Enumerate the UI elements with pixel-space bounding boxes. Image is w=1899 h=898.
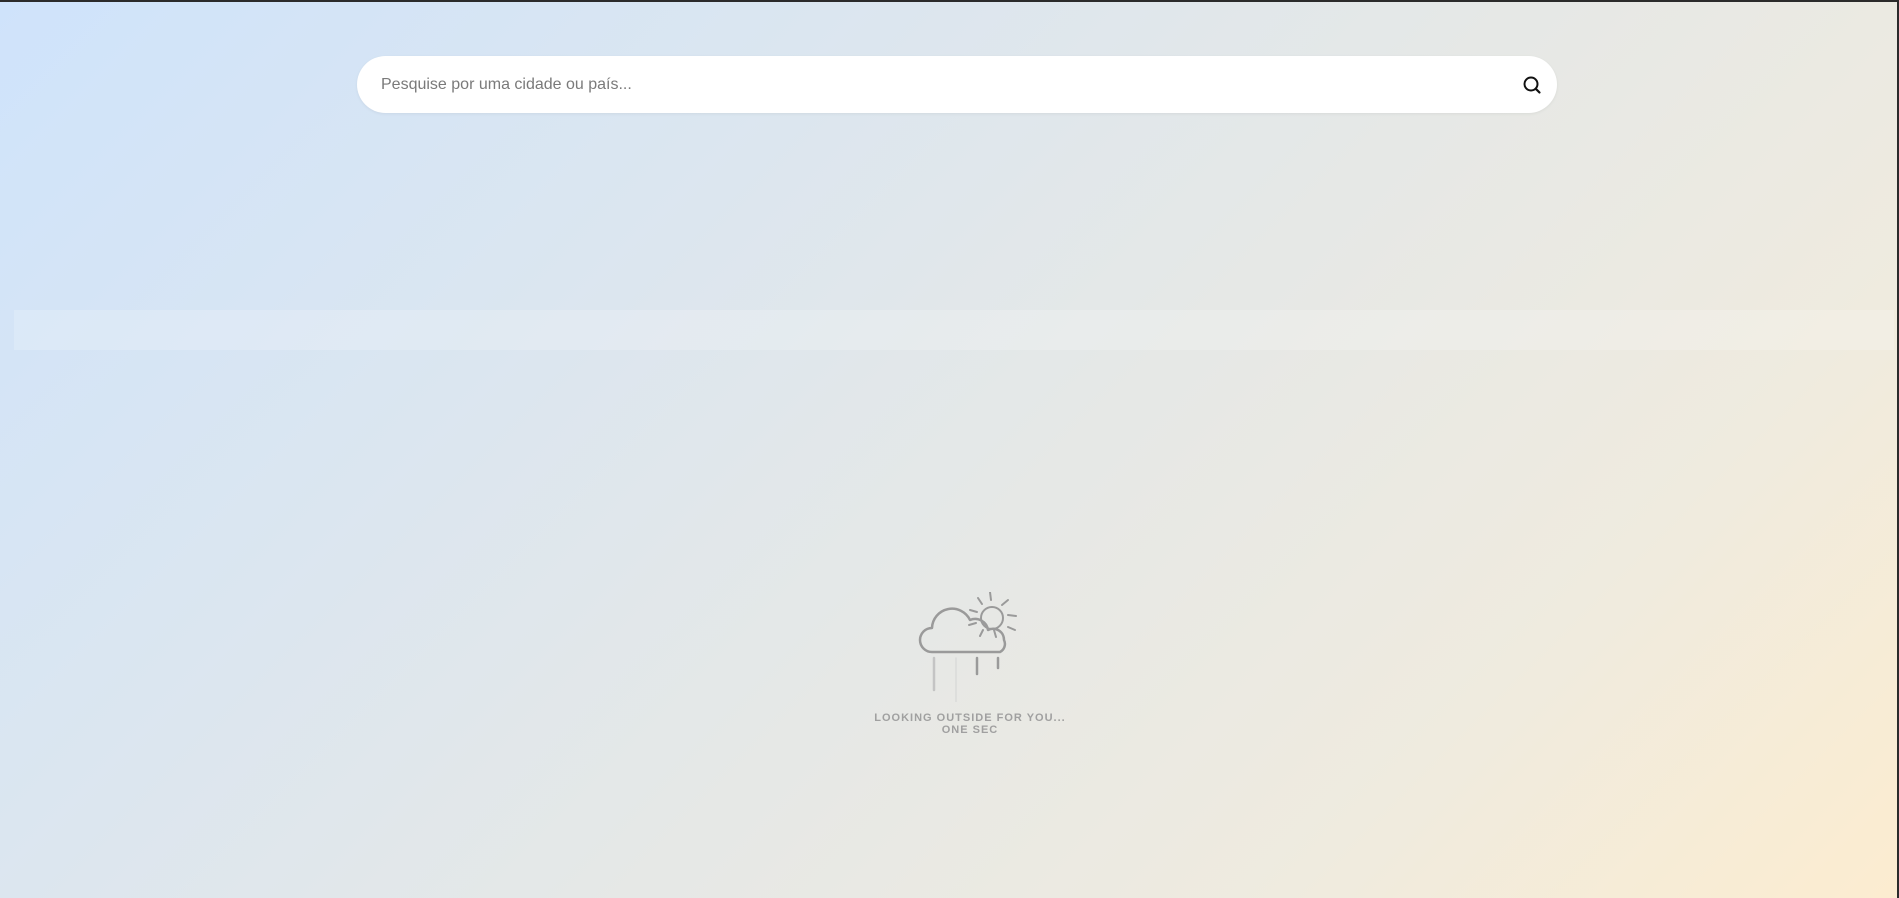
loading-indicator: LOOKING OUTSIDE FOR YOU... ONE SEC: [870, 592, 1070, 742]
search-bar: [357, 56, 1557, 113]
loading-text: LOOKING OUTSIDE FOR YOU... ONE SEC: [870, 712, 1070, 736]
search-button[interactable]: [1521, 74, 1543, 96]
app-viewport: LOOKING OUTSIDE FOR YOU... ONE SEC: [0, 0, 1899, 898]
loading-text-line1: LOOKING OUTSIDE FOR YOU...: [874, 712, 1066, 724]
cloud-sun-rain-icon: [918, 592, 1017, 702]
placeholder-strip: [14, 310, 1894, 350]
search-icon: [1523, 76, 1541, 94]
loading-text-line2: ONE SEC: [941, 724, 999, 736]
search-input[interactable]: [379, 56, 1493, 113]
